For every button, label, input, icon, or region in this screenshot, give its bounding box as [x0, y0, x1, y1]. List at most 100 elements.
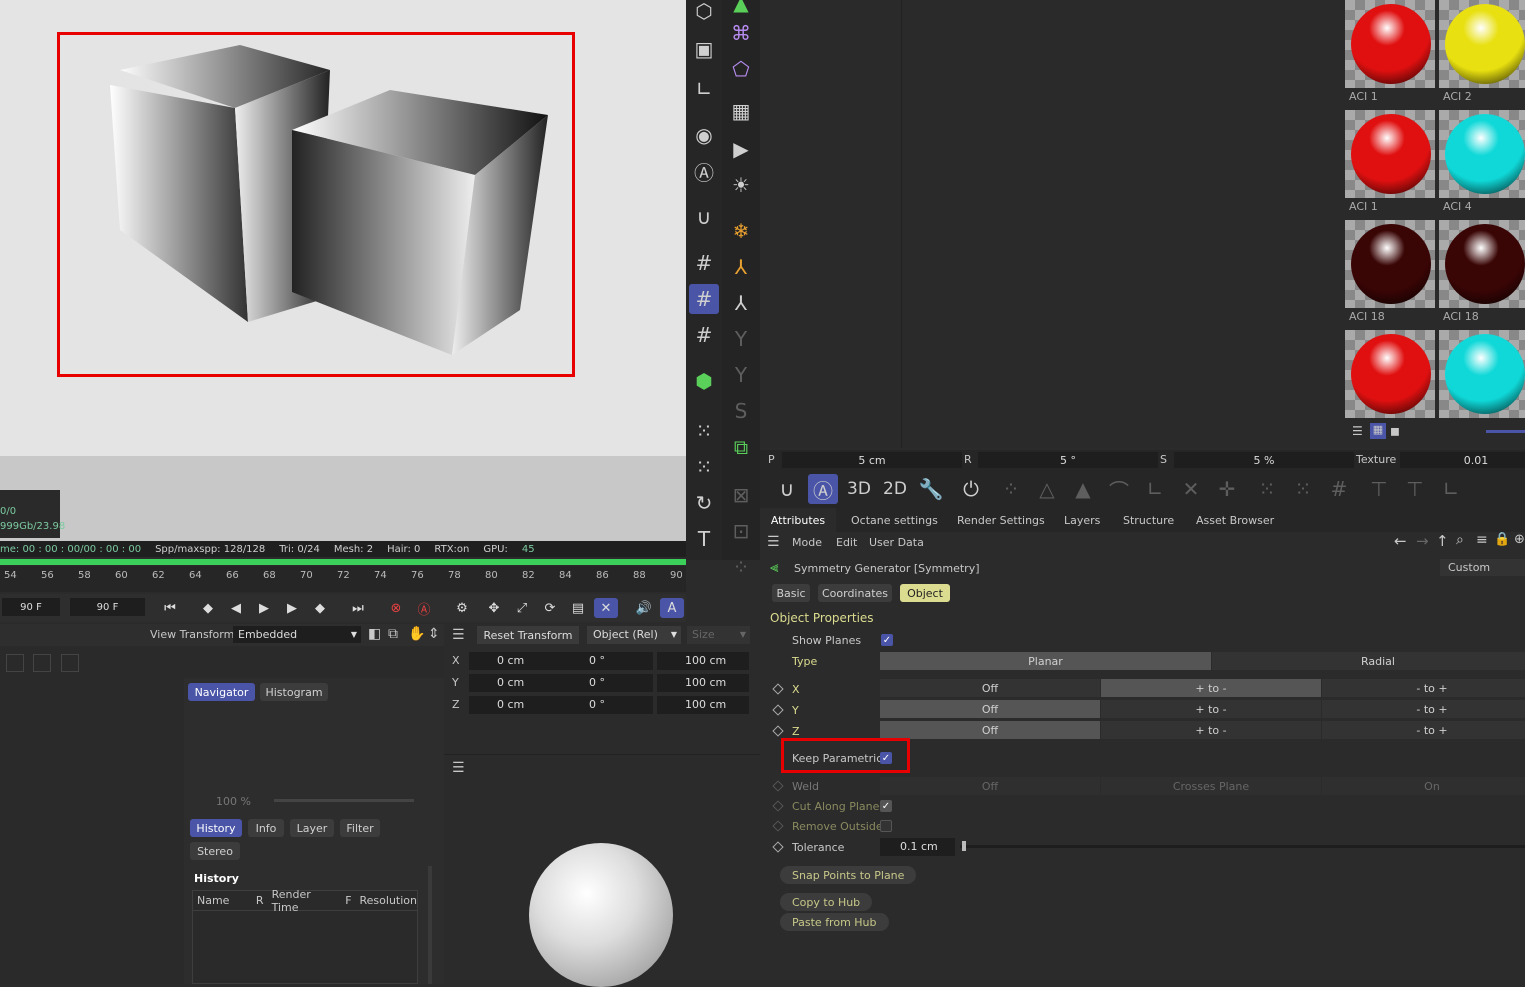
- tab-render-settings[interactable]: Render Settings: [957, 514, 1045, 527]
- cut-along-plane-checkbox[interactable]: ✓: [880, 800, 892, 812]
- joint-icon[interactable]: ⅄: [726, 252, 756, 282]
- deformer-icon[interactable]: ⬠: [726, 54, 756, 84]
- prev-key-button[interactable]: ◆: [196, 598, 220, 618]
- axis-option[interactable]: - to +: [1322, 679, 1525, 697]
- tab-stereo[interactable]: Stereo: [190, 842, 240, 860]
- scale-field[interactable]: 100 cm: [657, 652, 749, 670]
- hand-icon[interactable]: ✋: [408, 626, 425, 642]
- axis-option[interactable]: Off: [880, 721, 1100, 739]
- tab-layers[interactable]: Layers: [1064, 514, 1100, 527]
- tab-octane-settings[interactable]: Octane settings: [851, 514, 938, 527]
- key-pla-icon[interactable]: ✕: [594, 598, 618, 618]
- snap-axis-icon[interactable]: ∟: [1140, 474, 1170, 504]
- tab-attributes[interactable]: Attributes: [760, 508, 836, 532]
- key-rotate-icon[interactable]: ⟳: [538, 598, 562, 618]
- viewport[interactable]: [0, 0, 686, 456]
- axis-option[interactable]: - to +: [1322, 721, 1525, 739]
- key-move-icon[interactable]: ✥: [482, 598, 506, 618]
- pv-icon-3[interactable]: [61, 654, 79, 672]
- copy-to-hub-button[interactable]: Copy to Hub: [780, 893, 873, 911]
- play-button[interactable]: ▶: [252, 598, 276, 618]
- menu-user-data[interactable]: User Data: [869, 536, 924, 549]
- col-name[interactable]: Name: [197, 894, 248, 907]
- ik-icon[interactable]: ⅄: [726, 288, 756, 318]
- snap-2d-icon[interactable]: 2D: [880, 474, 910, 504]
- snap-grid-line-icon[interactable]: ⁙: [1288, 474, 1318, 504]
- key-scale-icon[interactable]: ⤢: [510, 598, 534, 618]
- material-swatch[interactable]: ACI 1: [1345, 110, 1435, 218]
- tab-navigator[interactable]: Navigator: [188, 683, 255, 701]
- spline-icon[interactable]: ⌘: [726, 18, 756, 48]
- material-swatch[interactable]: [1439, 330, 1525, 438]
- next-key-button[interactable]: ◆: [308, 598, 332, 618]
- axis-option[interactable]: Off: [880, 679, 1100, 697]
- eye-icon[interactable]: ◉: [689, 120, 719, 150]
- texture-icon[interactable]: ⊠: [726, 480, 756, 510]
- weld-off-option[interactable]: Off: [880, 777, 1100, 795]
- magnet-icon[interactable]: ∪: [689, 202, 719, 232]
- type-planar-option[interactable]: Planar: [880, 652, 1211, 670]
- particles-icon[interactable]: ⁘: [726, 552, 756, 582]
- material-swatch[interactable]: ACI 4: [1439, 110, 1525, 218]
- snap-intersect-icon[interactable]: ✕: [1176, 474, 1206, 504]
- col-resolution[interactable]: Resolution: [360, 894, 417, 907]
- tolerance-slider[interactable]: [960, 845, 1525, 848]
- rotation-field[interactable]: 0 °: [561, 674, 653, 692]
- remove-outside-checkbox[interactable]: [880, 820, 892, 832]
- snap-perp-icon[interactable]: ∟: [1436, 474, 1466, 504]
- object-cube-icon[interactable]: ⬢: [689, 366, 719, 396]
- cube-icon[interactable]: ⬡: [689, 0, 719, 26]
- subtab-basic[interactable]: Basic: [772, 584, 810, 602]
- back-arrow-icon[interactable]: ←: [1394, 532, 1407, 550]
- object-manager[interactable]: [760, 0, 1342, 448]
- snap-power-icon[interactable]: ⏻: [956, 474, 986, 504]
- rotation-field[interactable]: 0 °: [561, 696, 653, 714]
- axis-option[interactable]: - to +: [1322, 700, 1525, 718]
- layers-icon[interactable]: ⧉: [726, 432, 756, 462]
- snap-workplane-icon[interactable]: #: [1324, 474, 1354, 504]
- frame-start-field[interactable]: 90 F: [2, 598, 60, 616]
- scale-field[interactable]: 100 cm: [657, 674, 749, 692]
- r-step-field[interactable]: 5 °: [978, 452, 1158, 468]
- keep-parametric-checkbox[interactable]: ✓: [880, 752, 892, 764]
- scrollbar[interactable]: [428, 866, 432, 984]
- position-field[interactable]: 0 cm: [469, 652, 561, 670]
- rotation-field[interactable]: 0 °: [561, 652, 653, 670]
- axis-option[interactable]: + to -: [1101, 679, 1321, 697]
- tab-asset-browser[interactable]: Asset Browser: [1196, 514, 1274, 527]
- auto-icon[interactable]: Ⓐ: [689, 156, 719, 186]
- coord-mode-select[interactable]: Object (Rel) ▼: [587, 626, 681, 644]
- snap-dynamic-icon[interactable]: ⊤: [1400, 474, 1430, 504]
- keyframe-settings-icon[interactable]: ⚙: [450, 598, 474, 618]
- menu-icon[interactable]: ☰: [452, 760, 465, 776]
- show-planes-checkbox[interactable]: ✓: [881, 634, 893, 646]
- timeline-mode-icon[interactable]: A: [660, 598, 684, 618]
- frame-end-field[interactable]: 90 F: [70, 598, 145, 616]
- grid-snap-icon[interactable]: #: [689, 248, 719, 278]
- pv-icon-2[interactable]: [33, 654, 51, 672]
- material-swatch[interactable]: ACI 18: [1345, 220, 1435, 328]
- texture-step-field[interactable]: 0.01: [1400, 452, 1525, 468]
- axis-option[interactable]: Off: [880, 700, 1100, 718]
- forward-arrow-icon[interactable]: →: [1416, 532, 1429, 550]
- axis-option[interactable]: + to -: [1101, 700, 1321, 718]
- snap-edges-icon[interactable]: ⁙: [689, 452, 719, 482]
- wrench-icon[interactable]: 🔧: [916, 474, 946, 504]
- goto-start-button[interactable]: ⏮: [158, 598, 182, 618]
- cut-keyframe-icon[interactable]: [772, 800, 784, 812]
- next-frame-button[interactable]: ▶: [280, 598, 304, 618]
- key-param-icon[interactable]: ▤: [566, 598, 590, 618]
- subtab-coordinates[interactable]: Coordinates: [818, 584, 892, 602]
- tolerance-slider-handle[interactable]: [962, 841, 966, 851]
- light-icon[interactable]: ☀: [726, 170, 756, 200]
- tab-history[interactable]: History: [190, 819, 242, 837]
- material-swatch[interactable]: ACI 2: [1439, 0, 1525, 108]
- tab-structure[interactable]: Structure: [1123, 514, 1174, 527]
- tab-info[interactable]: Info: [248, 819, 284, 837]
- preset-select[interactable]: Custom: [1440, 559, 1525, 576]
- paste-from-hub-button[interactable]: Paste from Hub: [780, 913, 889, 931]
- autokey-button[interactable]: Ⓐ: [412, 598, 436, 618]
- p-step-field[interactable]: 5 cm: [782, 452, 962, 468]
- lock-icon[interactable]: 🔒: [1494, 532, 1510, 547]
- snap-edge-icon[interactable]: △: [1032, 474, 1062, 504]
